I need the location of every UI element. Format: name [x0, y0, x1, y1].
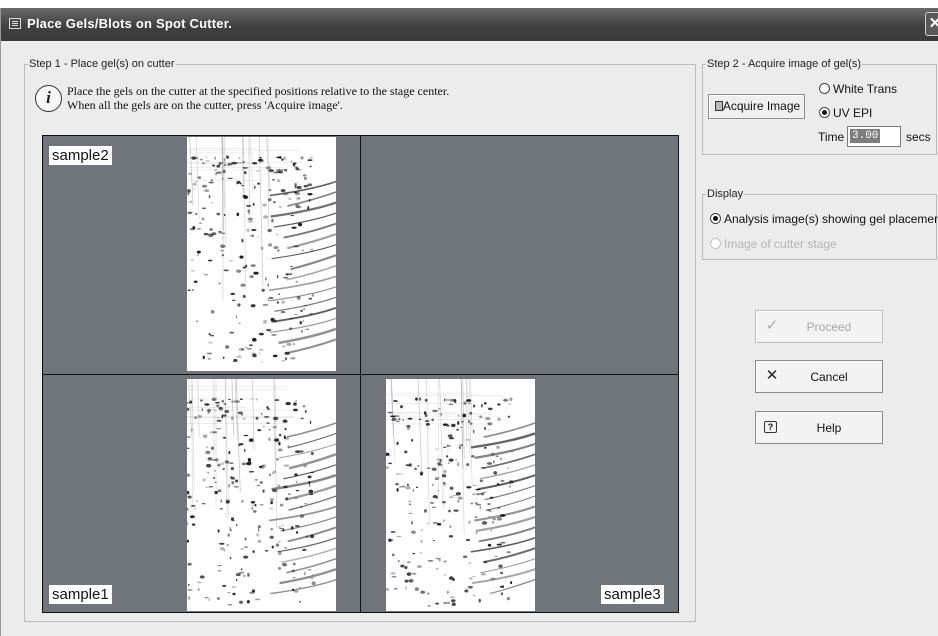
gel-image-sample3	[386, 379, 535, 611]
display-legend: Display	[707, 188, 744, 200]
display-option-analysis[interactable]: Analysis image(s) showing gel placement	[710, 212, 938, 226]
radio-uv-epi-label: UV EPI	[833, 106, 873, 120]
exposure-time-input[interactable]: 3.00	[847, 126, 901, 147]
sample-label-sample3: sample3	[601, 585, 664, 604]
acquire-image-button[interactable]: Acquire Image	[708, 94, 805, 119]
exposure-time-value: 3.00	[850, 129, 881, 143]
info-icon: i	[35, 85, 62, 112]
title-bar[interactable]: Place Gels/Blots on Spot Cutter. ✕	[1, 8, 938, 41]
time-label: Time	[818, 130, 845, 144]
step1-legend: Step 1 - Place gel(s) on cutter	[29, 58, 175, 70]
instruction-line-1: Place the gels on the cutter at the spec…	[67, 84, 450, 98]
step2-legend: Step 2 - Acquire image of gel(s)	[707, 58, 862, 70]
radio-button-cutter-stage	[710, 238, 721, 249]
display-option-stage-label: Image of cutter stage	[724, 237, 837, 251]
display-option-analysis-label: Analysis image(s) showing gel placement	[724, 212, 938, 226]
close-icon[interactable]: ✕	[925, 12, 938, 36]
gel-image-sample2	[187, 137, 336, 371]
display-option-stage: Image of cutter stage	[710, 237, 837, 251]
sample-label-sample1: sample1	[49, 585, 112, 604]
cancel-button[interactable]: ✕ Cancel	[755, 360, 883, 393]
radio-button-white-trans[interactable]	[819, 83, 830, 94]
radio-button-analysis-images[interactable]	[710, 213, 721, 224]
camera-icon	[715, 101, 723, 111]
instruction-line-2: When all the gels are on the cutter, pre…	[67, 98, 343, 112]
radio-white-trans-label: White Trans	[833, 82, 898, 96]
cancel-label: Cancel	[810, 370, 848, 384]
time-unit-label: secs	[906, 130, 931, 144]
proceed-button[interactable]: ✓ Proceed	[755, 310, 883, 343]
instructions: Place the gels on the cutter at the spec…	[67, 84, 449, 112]
sample-label-sample2: sample2	[49, 146, 112, 165]
gel-image-sample1	[187, 379, 336, 611]
stage-divider-horizontal	[43, 374, 678, 375]
window-menu-icon[interactable]	[9, 18, 21, 29]
help-label: Help	[816, 421, 842, 435]
radio-uv-epi[interactable]: UV EPI	[819, 106, 872, 120]
proceed-label: Proceed	[806, 320, 852, 334]
help-button[interactable]: ? Help	[755, 411, 883, 444]
window-title: Place Gels/Blots on Spot Cutter.	[27, 16, 233, 31]
radio-white-trans[interactable]: White Trans	[819, 82, 897, 96]
radio-button-uv-epi[interactable]	[819, 107, 830, 118]
acquire-image-label: Acquire Image	[722, 99, 801, 113]
